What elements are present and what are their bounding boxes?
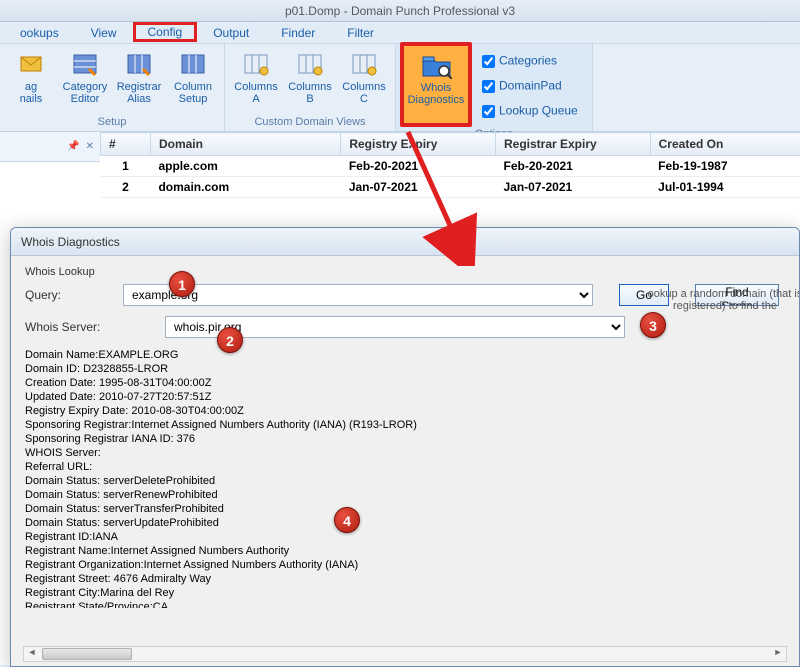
table-header-row: # Domain Registry Expiry Registrar Expir… bbox=[101, 133, 800, 156]
ribbon-label: Column Setup bbox=[174, 81, 212, 105]
ribbon-btn-columns-c[interactable]: Columns C bbox=[337, 46, 391, 115]
registrar-icon bbox=[123, 49, 155, 79]
ribbon-group-label: Custom Domain Views bbox=[229, 115, 391, 131]
query-label: Query: bbox=[25, 288, 115, 302]
menu-view[interactable]: View bbox=[75, 24, 133, 42]
ribbon-btn-column-setup[interactable]: Column Setup bbox=[166, 46, 220, 115]
checkbox[interactable] bbox=[482, 105, 495, 118]
annotation-badge-1: 1 bbox=[169, 271, 195, 297]
ribbon-group-label: Setup bbox=[4, 115, 220, 131]
menu-finder[interactable]: Finder bbox=[265, 24, 331, 42]
whois-server-label: Whois Server: bbox=[25, 320, 115, 334]
ribbon-options-checklist: Categories DomainPad Lookup Queue bbox=[472, 46, 588, 127]
ribbon-group-options: Whois Diagnostics Categories DomainPad L… bbox=[396, 44, 593, 131]
scroll-right-icon[interactable]: ► bbox=[770, 647, 786, 661]
whois-lookup-section-label: Whois Lookup bbox=[25, 266, 785, 278]
menu-filter[interactable]: Filter bbox=[331, 24, 390, 42]
cols-b-icon bbox=[294, 49, 326, 79]
window-title-bar: p01.Domp - Domain Punch Professional v3 bbox=[0, 0, 800, 22]
left-pane-header: 📌 ✕ bbox=[0, 132, 100, 162]
ribbon-label: Category Editor bbox=[63, 81, 108, 105]
columns-icon bbox=[177, 49, 209, 79]
ribbon-label: Columns B bbox=[288, 81, 331, 105]
ribbon-label: ag nails bbox=[20, 81, 43, 105]
folder-search-icon bbox=[420, 50, 452, 80]
checkbox[interactable] bbox=[482, 80, 495, 93]
ribbon-group-setup: ag nails Category Editor Registrar Alias… bbox=[0, 44, 225, 131]
horizontal-scrollbar[interactable]: ◄ ► bbox=[23, 646, 787, 662]
ribbon-group-views: Columns A Columns B Columns C Custom Dom… bbox=[225, 44, 396, 131]
ribbon-btn-columns-a[interactable]: Columns A bbox=[229, 46, 283, 115]
col-registrar-expiry[interactable]: Registrar Expiry bbox=[495, 133, 650, 156]
col-index[interactable]: # bbox=[101, 133, 151, 156]
menu-config[interactable]: Config bbox=[133, 22, 198, 42]
ribbon-label: Columns C bbox=[342, 81, 385, 105]
ribbon-btn-registrar-alias[interactable]: Registrar Alias bbox=[112, 46, 166, 115]
scrollbar-thumb[interactable] bbox=[42, 648, 132, 660]
window-title: p01.Domp - Domain Punch Professional v3 bbox=[285, 4, 515, 18]
checkbox[interactable] bbox=[482, 55, 495, 68]
table-row[interactable]: 2 domain.com Jan-07-2021 Jan-07-2021 Jul… bbox=[101, 177, 800, 198]
ribbon-label: Registrar Alias bbox=[117, 81, 162, 105]
lookup-hint-text: ookup a random domain (that is registere… bbox=[645, 288, 800, 312]
annotation-badge-2: 2 bbox=[217, 327, 243, 353]
ribbon-label: Whois Diagnostics bbox=[408, 82, 465, 106]
domain-table-wrap: # Domain Registry Expiry Registrar Expir… bbox=[100, 132, 800, 198]
pin-icon[interactable]: 📌 bbox=[67, 141, 79, 152]
col-registry-expiry[interactable]: Registry Expiry bbox=[341, 133, 496, 156]
check-domainpad[interactable]: DomainPad bbox=[478, 77, 578, 96]
check-lookup-queue[interactable]: Lookup Queue bbox=[478, 102, 578, 121]
table-row[interactable]: 1 apple.com Feb-20-2021 Feb-20-2021 Feb-… bbox=[101, 156, 800, 177]
dialog-title: Whois Diagnostics bbox=[21, 235, 120, 249]
dialog-body: Whois Lookup Query: example.org Go Find … bbox=[11, 256, 799, 614]
col-domain[interactable]: Domain bbox=[150, 133, 340, 156]
dialog-title-bar[interactable]: Whois Diagnostics bbox=[11, 228, 799, 256]
ribbon-label: Columns A bbox=[234, 81, 277, 105]
whois-output-text: Domain Name:EXAMPLE.ORG Domain ID: D2328… bbox=[25, 348, 785, 608]
cols-a-icon bbox=[240, 49, 272, 79]
ribbon-btn-whois-diagnostics[interactable]: Whois Diagnostics bbox=[400, 42, 472, 127]
menu-output[interactable]: Output bbox=[197, 24, 265, 42]
menu-bar: ookups View Config Output Finder Filter bbox=[0, 22, 800, 44]
category-icon bbox=[69, 49, 101, 79]
ribbon-btn-category-editor[interactable]: Category Editor bbox=[58, 46, 112, 115]
tag-icon bbox=[15, 49, 47, 79]
ribbon-btn-columns-b[interactable]: Columns B bbox=[283, 46, 337, 115]
ribbon: ag nails Category Editor Registrar Alias… bbox=[0, 44, 800, 132]
whois-diagnostics-dialog: Whois Diagnostics Whois Lookup Query: ex… bbox=[10, 227, 800, 667]
cols-c-icon bbox=[348, 49, 380, 79]
annotation-badge-3: 3 bbox=[640, 312, 666, 338]
scroll-left-icon[interactable]: ◄ bbox=[24, 647, 40, 661]
domain-table: # Domain Registry Expiry Registrar Expir… bbox=[100, 132, 800, 198]
menu-lookups[interactable]: ookups bbox=[4, 24, 75, 42]
close-icon[interactable]: ✕ bbox=[86, 141, 94, 152]
annotation-badge-4: 4 bbox=[334, 507, 360, 533]
ribbon-btn-tag-emails[interactable]: ag nails bbox=[4, 46, 58, 115]
check-categories[interactable]: Categories bbox=[478, 52, 578, 71]
col-created-on[interactable]: Created On bbox=[650, 133, 800, 156]
